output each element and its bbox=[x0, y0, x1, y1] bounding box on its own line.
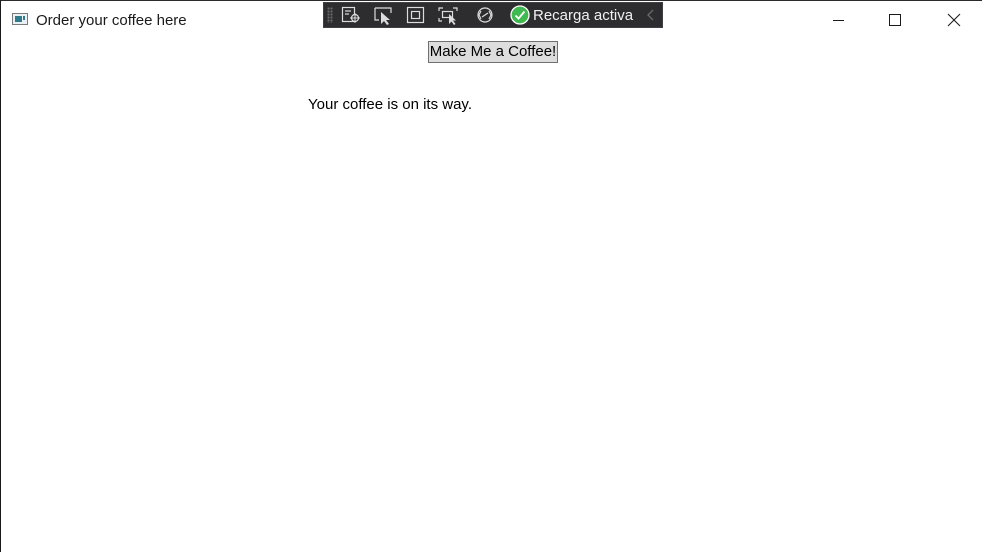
status-message: Your coffee is on its way. bbox=[308, 96, 472, 113]
select-element-icon bbox=[374, 7, 392, 25]
display-layout-adorners-icon bbox=[406, 6, 425, 24]
live-visual-tree-icon bbox=[341, 6, 360, 23]
check-circle-icon bbox=[510, 5, 530, 25]
minimize-icon bbox=[833, 20, 844, 21]
select-element-button[interactable] bbox=[372, 5, 396, 25]
maximize-button[interactable] bbox=[872, 2, 918, 38]
minimize-button[interactable] bbox=[815, 2, 861, 38]
display-layout-adorners-button[interactable] bbox=[404, 5, 428, 25]
xaml-binding-failures-button[interactable] bbox=[473, 5, 497, 25]
app-window: Order your coffee here Recarga activa Ma… bbox=[0, 0, 982, 552]
close-icon bbox=[947, 13, 961, 27]
hot-reload-status[interactable]: Recarga activa bbox=[510, 4, 633, 26]
toolbar-grip[interactable] bbox=[327, 7, 333, 23]
window-title: Order your coffee here bbox=[36, 12, 187, 29]
chevron-left-icon bbox=[647, 9, 654, 21]
track-focused-element-button[interactable] bbox=[436, 5, 460, 25]
live-visual-tree-button[interactable] bbox=[339, 5, 363, 25]
make-coffee-button[interactable]: Make Me a Coffee! bbox=[428, 41, 558, 63]
collapse-toolbar-button[interactable] bbox=[644, 7, 658, 23]
maximize-icon bbox=[889, 14, 901, 26]
track-focused-element-icon bbox=[438, 7, 458, 25]
close-button[interactable] bbox=[930, 2, 976, 38]
runtime-debug-toolbar: Recarga activa bbox=[323, 2, 663, 28]
hot-reload-label: Recarga activa bbox=[533, 6, 634, 24]
app-icon bbox=[12, 13, 28, 25]
xaml-binding-icon bbox=[477, 7, 493, 23]
